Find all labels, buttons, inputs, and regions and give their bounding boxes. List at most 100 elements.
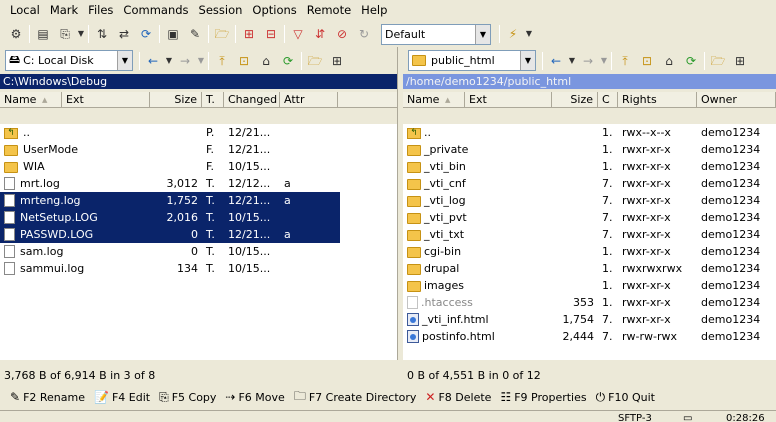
menu-options[interactable]: Options: [247, 3, 301, 17]
root-directory-icon[interactable]: ⊡: [636, 50, 658, 72]
transfer-settings-select[interactable]: Default ▼: [381, 23, 491, 45]
select-plus-icon[interactable]: ⊞: [238, 23, 260, 45]
table-row[interactable]: _vti_log 7. rwxr-xr-x demo1234: [403, 192, 776, 209]
table-row[interactable]: drupal 1. rwxrwxrwx demo1234: [403, 260, 776, 277]
reload-icon[interactable]: ↻: [353, 23, 375, 45]
table-row[interactable]: sammui.log 134 T. 10/15...: [0, 260, 397, 277]
column-header-name[interactable]: Name ▲: [403, 92, 465, 107]
local-file-list[interactable]: ↰.. P. 12/21... UserMode F. 12/21... WIA F. 10/1…: [0, 124, 397, 360]
chevron-down-icon[interactable]: ▼: [520, 51, 535, 70]
compare-icon[interactable]: ⇄: [113, 23, 135, 45]
transfer-icon[interactable]: ⎘: [54, 23, 76, 45]
select-minus-icon[interactable]: ⊟: [260, 23, 282, 45]
refresh-icon[interactable]: ⟳: [680, 50, 702, 72]
table-row[interactable]: WIA F. 10/15...: [0, 158, 397, 175]
fkey-delete-button[interactable]: ✕ F8 Delete: [425, 390, 497, 404]
synchronize-icon[interactable]: ⇅: [91, 23, 113, 45]
table-row[interactable]: sam.log 0 T. 10/15...: [0, 243, 397, 260]
menu-commands[interactable]: Commands: [118, 3, 193, 17]
parent-directory-icon[interactable]: ⤒: [614, 50, 636, 72]
table-row[interactable]: ↰.. 1. rwx--x--x demo1234: [403, 124, 776, 141]
menu-session[interactable]: Session: [194, 3, 248, 17]
command-icon[interactable]: ✎: [184, 23, 206, 45]
table-row[interactable]: _vti_cnf 7. rwxr-xr-x demo1234: [403, 175, 776, 192]
table-row[interactable]: ↰.. P. 12/21...: [0, 124, 397, 141]
back-icon[interactable]: ←: [142, 50, 164, 72]
table-row[interactable]: .htaccess 353 1. rwxr-xr-x demo1234: [403, 294, 776, 311]
menu-remote[interactable]: Remote: [302, 3, 356, 17]
parent-directory-icon[interactable]: ⤒: [211, 50, 233, 72]
menu-mark[interactable]: Mark: [45, 3, 83, 17]
open-directory-icon[interactable]: 🗁: [211, 23, 233, 45]
column-header-size[interactable]: Size: [552, 92, 598, 107]
table-row[interactable]: mrt.log 3,012 T. 12/12... a: [0, 175, 397, 192]
column-header-ext[interactable]: Ext: [62, 92, 150, 107]
refresh-icon[interactable]: ⟳: [277, 50, 299, 72]
open-folder-icon[interactable]: 🗁: [304, 50, 326, 72]
column-header-rights[interactable]: Rights: [618, 92, 697, 107]
table-row[interactable]: cgi-bin 1. rwxr-xr-x demo1234: [403, 243, 776, 260]
table-row[interactable]: postinfo.html 2,444 7. rw-rw-rwx demo1234: [403, 328, 776, 345]
remote-file-list[interactable]: ↰.. 1. rwx--x--x demo1234 _private 1. rwxr-xr-…: [403, 124, 776, 360]
fkey-quit-button[interactable]: ⏻ F10 Quit: [596, 390, 661, 405]
forward-dropdown-icon[interactable]: ▼: [599, 50, 609, 72]
table-row[interactable]: _vti_txt 7. rwxr-xr-x demo1234: [403, 226, 776, 243]
fkey-move-button[interactable]: ⇢ F6 Move: [225, 390, 290, 404]
column-header-size[interactable]: Size: [150, 92, 202, 107]
open-folder-icon[interactable]: 🗁: [707, 50, 729, 72]
terminal-icon[interactable]: ▣: [162, 23, 184, 45]
table-row[interactable]: _private 1. rwxr-xr-x demo1234: [403, 141, 776, 158]
file-rights: rwxr-xr-x: [622, 194, 671, 207]
column-header-changed[interactable]: Changed: [224, 92, 280, 107]
file-name: _vti_cnf: [403, 175, 552, 192]
forward-icon[interactable]: →: [174, 50, 196, 72]
column-header-c[interactable]: C: [598, 92, 618, 107]
menu-help[interactable]: Help: [356, 3, 392, 17]
forward-icon[interactable]: →: [577, 50, 599, 72]
invert-selection-icon[interactable]: ⇵: [309, 23, 331, 45]
back-dropdown-icon[interactable]: ▼: [567, 50, 577, 72]
chevron-down-icon[interactable]: ▼: [475, 24, 490, 44]
table-row[interactable]: mrteng.log 1,752 T. 12/21... a: [0, 192, 340, 209]
file-owner: demo1234: [701, 228, 761, 241]
table-row[interactable]: _vti_bin 1. rwxr-xr-x demo1234: [403, 158, 776, 175]
back-dropdown-icon[interactable]: ▼: [164, 50, 174, 72]
fkey-rename-button[interactable]: ✎ F2 Rename: [10, 390, 91, 404]
table-row[interactable]: _vti_inf.html 1,754 7. rwxr-xr-x demo1234: [403, 311, 776, 328]
clear-selection-icon[interactable]: ⊘: [331, 23, 353, 45]
home-icon[interactable]: ⌂: [255, 50, 277, 72]
remote-directory-select[interactable]: public_html ▼: [408, 50, 536, 71]
lightning-icon[interactable]: ⚡: [502, 23, 524, 45]
root-directory-icon[interactable]: ⊡: [233, 50, 255, 72]
chevron-down-icon[interactable]: ▼: [117, 51, 132, 70]
back-icon[interactable]: ←: [545, 50, 567, 72]
forward-dropdown-icon[interactable]: ▼: [196, 50, 206, 72]
filter-icon[interactable]: ▽: [287, 23, 309, 45]
tree-icon[interactable]: ⊞: [326, 50, 348, 72]
home-icon[interactable]: ⌂: [658, 50, 680, 72]
fkey-new-folder-button[interactable]: 🗀 F7 Create Directory: [294, 387, 423, 408]
local-drive-select[interactable]: 🖴 C: Local Disk ▼: [5, 50, 133, 71]
refresh-icon[interactable]: ⟳: [135, 23, 157, 45]
menu-local[interactable]: Local: [2, 3, 45, 17]
dropdown-icon[interactable]: ▼: [76, 23, 86, 45]
column-header-owner[interactable]: Owner: [697, 92, 776, 107]
table-row[interactable]: _vti_pvt 7. rwxr-xr-x demo1234: [403, 209, 776, 226]
table-row[interactable]: NetSetup.LOG 2,016 T. 10/15...: [0, 209, 340, 226]
fkey-properties-button[interactable]: ☷ F9 Properties: [500, 390, 592, 404]
table-row[interactable]: images 1. rwxr-xr-x demo1234: [403, 277, 776, 294]
menu-files[interactable]: Files: [83, 3, 118, 17]
file-name: drupal: [403, 260, 552, 277]
column-header-name[interactable]: Name ▲: [0, 92, 62, 107]
dropdown-icon[interactable]: ▼: [524, 23, 534, 45]
table-row[interactable]: PASSWD.LOG 0 T. 12/21... a: [0, 226, 340, 243]
column-header-ext[interactable]: Ext: [465, 92, 552, 107]
table-row[interactable]: UserMode F. 12/21...: [0, 141, 397, 158]
queue-icon[interactable]: ▤: [32, 23, 54, 45]
preferences-icon[interactable]: ⚙: [5, 23, 27, 45]
fkey-copy-button[interactable]: ⎘ F5 Copy: [159, 390, 222, 405]
column-header-attr[interactable]: Attr: [280, 92, 338, 107]
column-header-type[interactable]: T.: [202, 92, 224, 107]
tree-icon[interactable]: ⊞: [729, 50, 751, 72]
fkey-edit-button[interactable]: 📝 F4 Edit: [94, 390, 156, 404]
